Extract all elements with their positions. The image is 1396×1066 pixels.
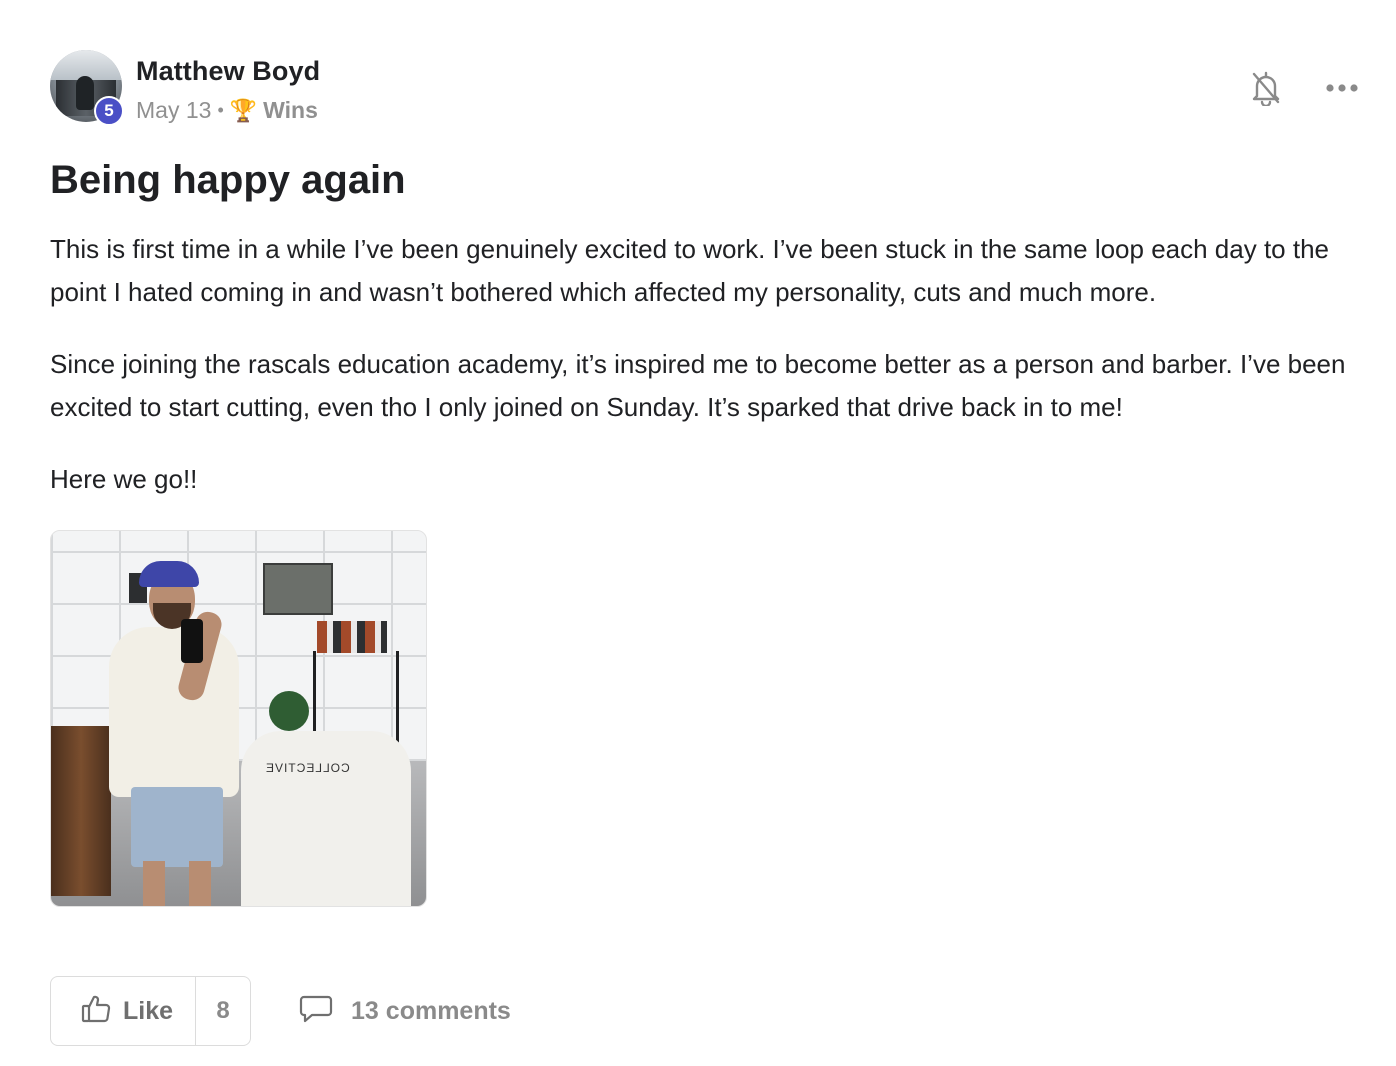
post-meta: May 13 • 🏆 Wins: [136, 97, 318, 124]
author-avatar[interactable]: 5: [50, 50, 124, 126]
bell-off-icon[interactable]: [1248, 70, 1284, 106]
post-paragraph: Here we go!!: [50, 464, 198, 494]
post-category[interactable]: Wins: [263, 97, 318, 124]
post-body: This is first time in a while I’ve been …: [50, 228, 1360, 501]
meta-separator: •: [217, 100, 224, 120]
comments-label: 13 comments: [351, 996, 511, 1025]
post-paragraph: Since joining the rascals education acad…: [50, 349, 1346, 422]
level-badge: 5: [94, 96, 124, 126]
author-name[interactable]: Matthew Boyd: [136, 56, 320, 87]
like-count[interactable]: 8: [195, 977, 250, 1045]
post-card: 5 Matthew Boyd May 13 • 🏆 Wins Being hap…: [50, 50, 1360, 1046]
comment-bubble-icon: [299, 994, 333, 1029]
cape-print: COLLECTIVE: [265, 761, 350, 775]
post-actions: Like 8 13 comments: [50, 976, 511, 1046]
header-actions: [1248, 70, 1360, 106]
post-header: 5 Matthew Boyd May 13 • 🏆 Wins: [50, 50, 1360, 126]
post-image[interactable]: COLLECTIVE: [50, 530, 427, 907]
post-title: Being happy again: [50, 158, 406, 202]
like-label: Like: [123, 996, 174, 1025]
like-control: Like 8: [50, 976, 252, 1046]
thumbs-up-icon: [81, 994, 111, 1029]
post-date[interactable]: May 13: [136, 97, 211, 124]
trophy-icon: 🏆: [229, 97, 258, 123]
like-button[interactable]: Like: [51, 977, 195, 1045]
comments-button[interactable]: 13 comments: [299, 994, 511, 1029]
post-paragraph: This is first time in a while I’ve been …: [50, 234, 1330, 307]
more-horizontal-icon[interactable]: [1324, 70, 1360, 106]
